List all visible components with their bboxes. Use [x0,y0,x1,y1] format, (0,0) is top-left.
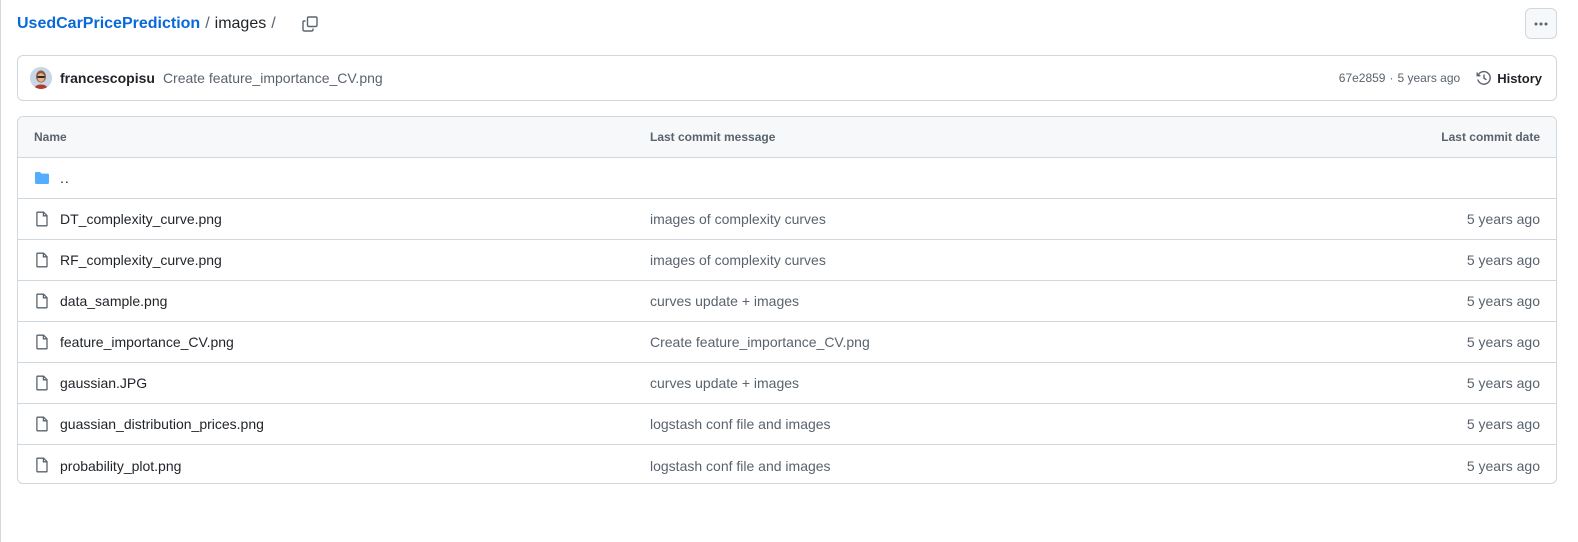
file-commit-message-link[interactable]: Create feature_importance_CV.png [650,334,870,350]
breadcrumb-separator: / [271,15,276,32]
file-commit-message-link[interactable]: curves update + images [650,293,799,309]
table-row[interactable]: probability_plot.png logstash conf file … [18,445,1556,483]
avatar-image [30,67,52,89]
file-name-link[interactable]: data_sample.png [60,293,167,309]
table-row[interactable]: gaussian.JPG curves update + images 5 ye… [18,363,1556,404]
latest-commit-bar: francescopisu Create feature_importance_… [17,55,1557,101]
commit-message-link[interactable]: Create feature_importance_CV.png [163,70,383,86]
file-name-link[interactable]: gaussian.JPG [60,375,147,391]
file-commit-message-link[interactable]: images of complexity curves [650,211,826,227]
copy-path-button[interactable] [299,13,321,35]
file-commit-message-link[interactable]: logstash conf file and images [650,416,831,432]
breadcrumb-separator: / [205,15,210,32]
file-commit-message-link[interactable]: curves update + images [650,375,799,391]
file-icon [36,334,48,350]
file-icon [36,375,48,391]
file-name-link[interactable]: RF_complexity_curve.png [60,252,222,268]
table-row[interactable]: guassian_distribution_prices.png logstas… [18,404,1556,445]
file-commit-date: 5 years ago [1466,211,1540,227]
commit-author-link[interactable]: francescopisu [60,70,155,86]
file-commit-date: 5 years ago [1466,416,1540,432]
file-commit-date: 5 years ago [1466,252,1540,268]
table-row[interactable]: feature_importance_CV.png Create feature… [18,322,1556,363]
table-row[interactable]: RF_complexity_curve.png images of comple… [18,240,1556,281]
file-icon [36,211,48,227]
author-avatar[interactable] [30,67,52,89]
history-label: History [1497,70,1542,86]
parent-directory-link[interactable]: .. [60,170,70,186]
table-row[interactable]: data_sample.png curves update + images 5… [18,281,1556,322]
file-icon [36,457,48,473]
file-name-link[interactable]: feature_importance_CV.png [60,334,234,350]
header-last-commit-message: Last commit message [650,130,776,144]
history-button[interactable]: History [1476,70,1542,86]
kebab-horizontal-icon [1534,22,1548,25]
file-name-link[interactable]: probability_plot.png [60,458,181,474]
file-commit-date: 5 years ago [1466,457,1540,474]
folder-icon [35,172,49,184]
page-left-border [0,0,1,542]
separator-dot: · [1389,71,1394,85]
file-icon [36,416,48,432]
table-row-parent-dir[interactable]: .. [18,158,1556,199]
file-commit-message-link[interactable]: logstash conf file and images [650,458,831,474]
commit-time: 5 years ago [1397,71,1461,85]
breadcrumb-repo-link[interactable]: UsedCarPricePrediction [17,15,200,33]
more-options-button[interactable] [1525,8,1557,39]
breadcrumb: UsedCarPricePrediction / images / [17,12,321,36]
file-name-link[interactable]: DT_complexity_curve.png [60,211,222,227]
history-icon [1476,70,1492,85]
file-commit-date: 5 years ago [1466,334,1540,350]
file-table: Name Last commit message Last commit dat… [17,116,1557,484]
file-commit-date: 5 years ago [1466,375,1540,391]
file-commit-message-link[interactable]: images of complexity curves [650,252,826,268]
file-icon [36,252,48,268]
breadcrumb-current-dir: images [214,15,267,32]
copy-icon [301,16,318,32]
header-last-commit-date: Last commit date [1441,130,1540,144]
header-name: Name [34,130,67,144]
file-icon [36,293,48,309]
file-name-link[interactable]: guassian_distribution_prices.png [60,416,264,432]
commit-sha-link[interactable]: 67e2859 [1339,71,1386,85]
file-commit-date: 5 years ago [1466,293,1540,309]
table-row[interactable]: DT_complexity_curve.png images of comple… [18,199,1556,240]
table-header: Name Last commit message Last commit dat… [18,117,1556,158]
